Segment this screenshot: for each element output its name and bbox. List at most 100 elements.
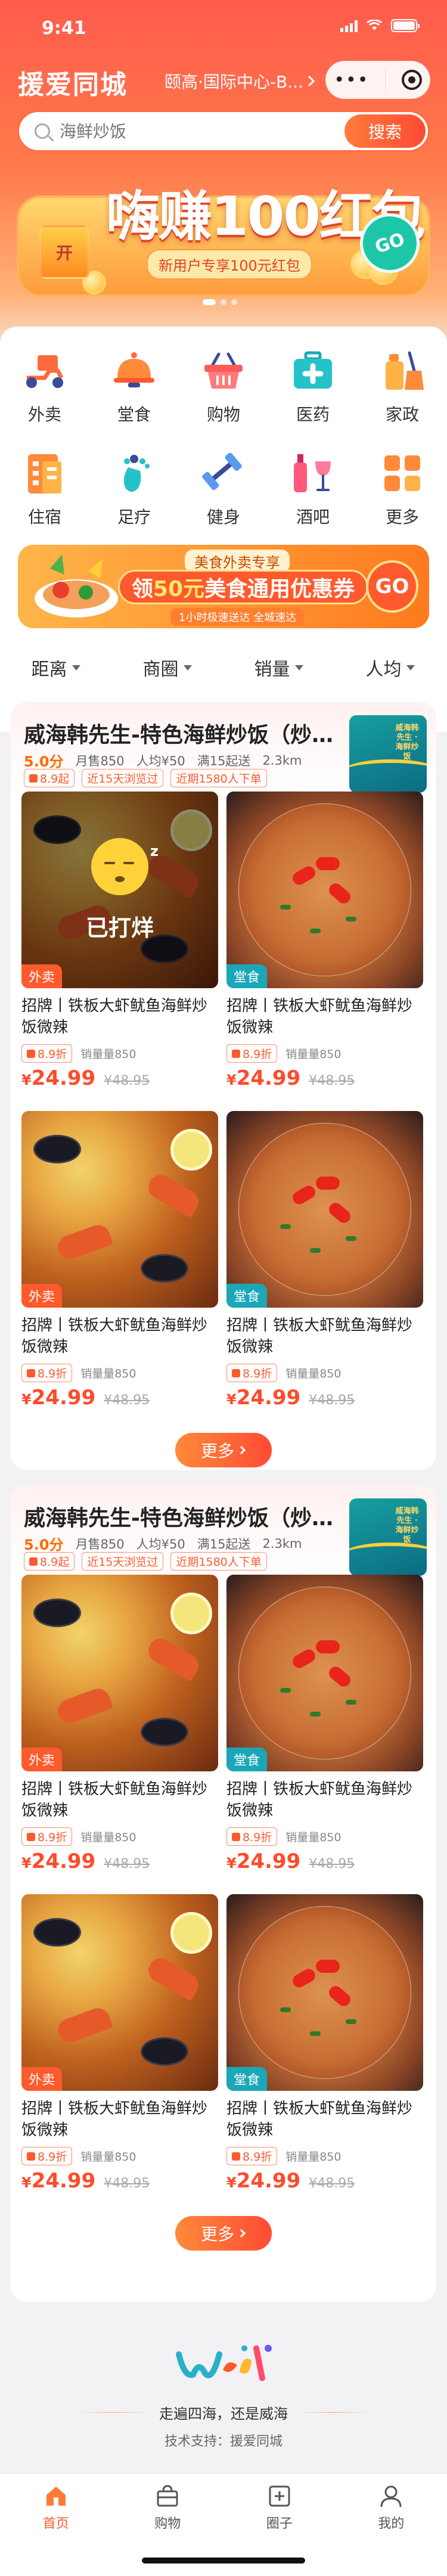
coupon-banner[interactable]: 美食外卖专享 领 50元 美食通用优惠券 1小时极速送达 全城速达 GO [18, 545, 429, 628]
category-more[interactable]: 更多 [358, 445, 447, 534]
dish-price: ¥24.99 [226, 2169, 301, 2193]
close-target-icon[interactable] [401, 70, 422, 90]
takeout-badge: 外卖 [21, 1284, 63, 1308]
dish-card[interactable]: 外卖 招牌丨铁板大虾鱿鱼海鲜炒饭微辣 8.9折 销量量850 ¥24.99 ¥4… [21, 1575, 218, 1894]
dumbbell-icon [202, 452, 242, 491]
shop-avg-price: 人均¥50 [136, 1537, 185, 1551]
category-fitness[interactable]: 健身 [179, 445, 268, 534]
category-housekeeping[interactable]: 家政 [358, 342, 447, 432]
dish-card[interactable]: 堂食 招牌丨铁板大虾鱿鱼海鲜炒饭微辣 8.9折 销量量850 ¥24.99 ¥4… [226, 1111, 423, 1430]
search-bar: 搜索 [18, 111, 429, 151]
tag-icon [27, 2152, 35, 2161]
dish-sales: 销量量850 [285, 1048, 342, 1061]
shop-name: 威海韩先生-特色海鲜炒饭（炒饭... [24, 723, 346, 747]
shop-header[interactable]: 威海韩先生-特色海鲜炒饭（炒饭... 5.0分 月售850 人均¥50 满15起… [11, 1485, 436, 1576]
dish-title: 招牌丨铁板大虾鱿鱼海鲜炒饭微辣 [21, 2100, 208, 2139]
dish-card[interactable]: 外卖 招牌丨铁板大虾鱿鱼海鲜炒饭微辣 8.9折 销量量850 ¥24.99 ¥4… [21, 1111, 218, 1430]
city-logo [176, 2345, 272, 2381]
footer-slogan: 走遍四海，还是威海 [0, 2402, 447, 2423]
more-label: 更多 [200, 1441, 234, 1461]
dish-card[interactable]: 堂食 招牌丨铁板大虾鱿鱼海鲜炒饭微辣 8.9折 销量量850 ¥24.99 ¥4… [226, 1894, 423, 2214]
dish-original-price: ¥48.95 [309, 1073, 355, 1088]
tab-label: 首页 [42, 2516, 69, 2531]
location-selector[interactable]: 颐高·国际中心-B... [164, 69, 315, 93]
banner-subtitle: 新用户专享100元红包 [147, 249, 312, 280]
category-foot-massage[interactable]: 足疗 [89, 445, 179, 534]
more-wrap: 更多 [11, 2214, 436, 2268]
tab-profile[interactable]: 我的 [336, 2474, 447, 2541]
sort-avg-price[interactable]: 人均 [334, 648, 446, 687]
dish-discount: 8.9折 [226, 1364, 278, 1382]
dinein-badge: 堂食 [226, 2067, 268, 2091]
shop-meta: 5.0分 月售850 人均¥50 满15起送 2.3km [24, 1533, 302, 1554]
coupon-go-button[interactable]: GO [366, 560, 418, 613]
caret-down-icon [294, 665, 303, 671]
sort-sales[interactable]: 销量 [223, 648, 334, 687]
tab-circle[interactable]: 圈子 [224, 2474, 336, 2541]
wifi-icon [367, 20, 382, 30]
category-hotel[interactable]: 住宿 [0, 445, 89, 534]
more-label: 更多 [200, 2224, 234, 2244]
dish-card[interactable]: 堂食 招牌丨铁板大虾鱿鱼海鲜炒饭微辣 8.9折 销量量850 ¥24.99 ¥4… [226, 792, 423, 1111]
user-icon [380, 2485, 402, 2507]
shop-name: 威海韩先生-特色海鲜炒饭（炒饭... [24, 1506, 346, 1531]
cloche-icon [114, 352, 154, 387]
category-grid: 外卖 堂食 购物 医药 家政 住宿 足疗 健身 酒吧 更多 [0, 342, 447, 534]
caret-down-icon [183, 665, 192, 671]
tab-label: 我的 [378, 2516, 405, 2531]
category-takeout[interactable]: 外卖 [0, 342, 89, 432]
shop-score: 5.0分 [24, 1537, 64, 1553]
shop-card: 威海韩先生-特色海鲜炒饭（炒饭... 5.0分 月售850 人均¥50 满15起… [11, 702, 436, 1470]
dish-price-value: 24.99 [31, 1386, 96, 1410]
wine-icon [294, 454, 331, 492]
discount-tag: 8.9起 [24, 769, 75, 787]
promo-banner[interactable]: 开 嗨赚100红包 新用户专享100元红包 GO [17, 160, 430, 309]
category-dinein[interactable]: 堂食 [89, 342, 179, 432]
category-shopping[interactable]: 购物 [179, 342, 268, 432]
search-icon [35, 123, 50, 139]
chevron-right-icon [240, 1445, 246, 1455]
category-label: 更多 [385, 507, 419, 527]
cleaning-icon [386, 351, 424, 390]
dish-meta: 8.9折 销量量850 [226, 1827, 423, 1846]
footer: 走遍四海，还是威海 技术支持：援爱同城 [0, 2336, 447, 2468]
dish-price-value: 24.99 [236, 1066, 301, 1090]
dish-sales: 销量量850 [285, 2150, 342, 2164]
app-title: 援爱同城 [18, 70, 128, 100]
scooter-icon [26, 355, 64, 388]
category-bar[interactable]: 酒吧 [268, 445, 358, 534]
dish-price-row: ¥24.99 ¥48.95 [226, 1849, 423, 1873]
gift-box-icon: 开 [39, 225, 89, 279]
search-input[interactable] [60, 119, 322, 143]
dish-card[interactable]: 已打烊 z 外卖 招牌丨铁板大虾鱿鱼海鲜炒饭微辣 8.9折 销量量850 ¥24… [21, 792, 218, 1111]
recent-orders-tag: 近期1580人下单 [170, 769, 267, 787]
search-button[interactable]: 搜索 [344, 114, 426, 148]
dish-grid: 外卖 招牌丨铁板大虾鱿鱼海鲜炒饭微辣 8.9折 销量量850 ¥24.99 ¥4… [11, 1575, 436, 2214]
shop-logo-text: 威海韩先生 · 海鲜炒饭 [395, 1507, 419, 1544]
dish-card[interactable]: 堂食 招牌丨铁板大虾鱿鱼海鲜炒饭微辣 8.9折 销量量850 ¥24.99 ¥4… [226, 1575, 423, 1894]
category-medicine[interactable]: 医药 [268, 342, 358, 432]
tab-home[interactable]: 首页 [0, 2474, 112, 2541]
tab-shopping[interactable]: 购物 [112, 2474, 224, 2541]
dish-meta: 8.9折 销量量850 [21, 1364, 218, 1382]
more-button[interactable]: 更多 [175, 2216, 272, 2251]
dish-image: 堂食 [226, 1575, 423, 1771]
tab-bar: 首页 购物 圈子 我的 [0, 2473, 447, 2576]
takeout-badge: 外卖 [21, 1748, 63, 1771]
dinein-badge: 堂食 [226, 1284, 268, 1308]
sort-mall[interactable]: 商圈 [111, 648, 223, 687]
more-button[interactable]: 更多 [175, 1433, 272, 1467]
dish-image: 外卖 [21, 1575, 218, 1771]
sort-bar: 距离 商圈 销量 人均 [0, 648, 447, 687]
dish-card[interactable]: 外卖 招牌丨铁板大虾鱿鱼海鲜炒饭微辣 8.9折 销量量850 ¥24.99 ¥4… [21, 1894, 218, 2214]
sort-distance[interactable]: 距离 [0, 648, 111, 687]
more-dots-icon[interactable]: ••• [334, 70, 369, 91]
dish-discount-text: 8.9折 [38, 1048, 67, 1061]
dish-price: ¥24.99 [21, 2169, 96, 2193]
tag-icon [29, 1557, 38, 1566]
shop-header[interactable]: 威海韩先生-特色海鲜炒饭（炒饭... 5.0分 月售850 人均¥50 满15起… [11, 702, 436, 793]
dish-price: ¥24.99 [21, 1386, 96, 1410]
dish-price-value: 24.99 [236, 2169, 301, 2193]
dish-price-value: 24.99 [31, 1066, 96, 1090]
dish-sales: 销量量850 [80, 1367, 136, 1380]
